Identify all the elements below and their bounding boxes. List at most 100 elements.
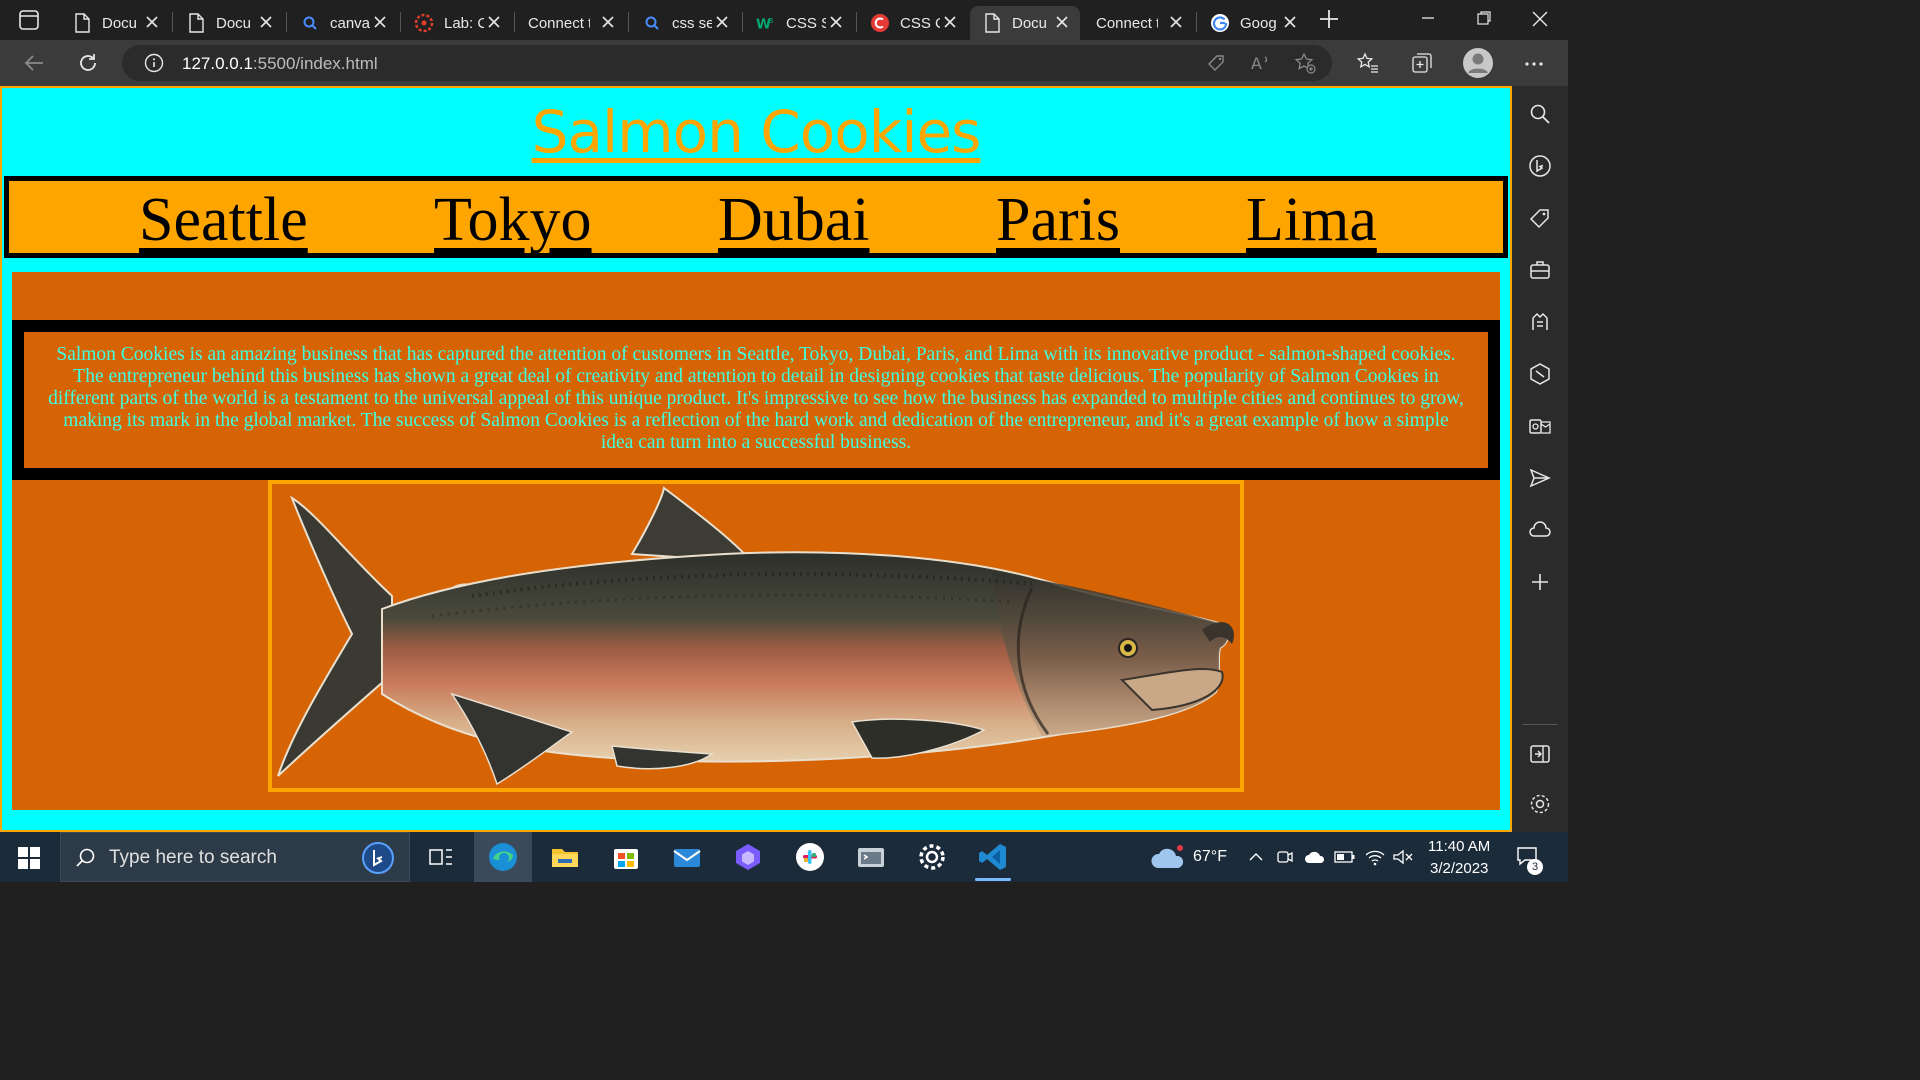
clock-time[interactable]: 11:40 AM bbox=[1428, 838, 1490, 855]
add-favorite-icon[interactable] bbox=[1294, 52, 1316, 74]
drop-cloud-icon[interactable] bbox=[1528, 518, 1552, 542]
battery-icon[interactable] bbox=[1334, 849, 1356, 865]
nav-link-dubai[interactable]: Dubai bbox=[718, 185, 870, 256]
settings-more-icon[interactable] bbox=[1522, 52, 1546, 76]
tab-separator bbox=[172, 12, 173, 32]
microsoft-365-icon[interactable] bbox=[1528, 362, 1552, 386]
close-tab-icon[interactable] bbox=[600, 14, 616, 30]
send-icon[interactable] bbox=[1528, 466, 1552, 490]
bing-icon[interactable] bbox=[361, 841, 395, 875]
clipchamp-icon[interactable] bbox=[732, 841, 764, 873]
browser-tab[interactable]: Docu bbox=[174, 6, 284, 40]
tools-briefcase-icon[interactable] bbox=[1528, 258, 1552, 282]
slack-icon[interactable] bbox=[794, 841, 826, 873]
browser-tab[interactable]: Docu bbox=[970, 6, 1080, 40]
meet-now-icon[interactable] bbox=[1276, 848, 1294, 866]
codecademy-icon bbox=[870, 13, 890, 33]
profile-avatar-icon[interactable] bbox=[1462, 47, 1494, 79]
tray-chevron-up-icon[interactable] bbox=[1248, 849, 1264, 865]
svg-text:3: 3 bbox=[769, 16, 774, 25]
browser-tab[interactable]: Connect to bbox=[1084, 6, 1194, 40]
outlook-icon[interactable] bbox=[1528, 414, 1552, 438]
vscode-running-indicator bbox=[975, 878, 1011, 881]
edge-taskbar-icon[interactable] bbox=[487, 841, 519, 873]
coupon-icon[interactable] bbox=[1206, 53, 1226, 73]
search-icon[interactable] bbox=[1528, 102, 1552, 126]
url-text[interactable]: 127.0.0.1:5500/index.html bbox=[182, 54, 378, 74]
back-icon[interactable] bbox=[22, 51, 46, 75]
games-icon[interactable] bbox=[1528, 310, 1552, 334]
tab-title: CSS C bbox=[900, 14, 940, 32]
onedrive-icon[interactable] bbox=[1304, 849, 1326, 865]
browser-tab[interactable]: Goog bbox=[1198, 6, 1308, 40]
restore-icon[interactable] bbox=[1476, 10, 1492, 26]
about-paragraph: Salmon Cookies is an amazing business th… bbox=[48, 344, 1464, 453]
close-tab-icon[interactable] bbox=[258, 14, 274, 30]
nav-link-paris[interactable]: Paris bbox=[996, 185, 1120, 256]
close-tab-icon[interactable] bbox=[372, 14, 388, 30]
browser-tab[interactable]: css se bbox=[630, 6, 740, 40]
sidebar-divider bbox=[1522, 724, 1558, 725]
close-tab-icon[interactable] bbox=[1168, 14, 1184, 30]
sidebar-settings-icon[interactable] bbox=[1528, 792, 1552, 816]
favorites-icon[interactable] bbox=[1356, 51, 1380, 75]
browser-tab[interactable]: CSS C bbox=[858, 6, 968, 40]
browser-tab[interactable]: Connect to bbox=[516, 6, 626, 40]
page-icon bbox=[186, 13, 206, 33]
wifi-icon[interactable] bbox=[1364, 848, 1386, 866]
salmon-illustration bbox=[277, 486, 1234, 786]
settings-gear-icon[interactable] bbox=[916, 841, 948, 873]
windows-start-icon[interactable] bbox=[18, 847, 40, 869]
mail-icon[interactable] bbox=[671, 841, 703, 873]
close-tab-icon[interactable] bbox=[828, 14, 844, 30]
terminal-app-icon[interactable] bbox=[855, 841, 887, 873]
shopping-tag-icon[interactable] bbox=[1528, 206, 1552, 230]
tab-strip: Docu Docu canva Lab: C Connect to css se W3 CSS… bbox=[0, 0, 1568, 40]
task-view-icon[interactable] bbox=[426, 841, 458, 873]
new-tab-icon[interactable] bbox=[1318, 8, 1340, 30]
close-tab-icon[interactable] bbox=[144, 14, 160, 30]
weather-temp[interactable]: 67°F bbox=[1193, 848, 1227, 866]
microsoft-store-icon[interactable] bbox=[610, 841, 642, 873]
nav-link-lima[interactable]: Lima bbox=[1246, 185, 1377, 256]
collections-icon[interactable] bbox=[1410, 51, 1434, 75]
browser-tab[interactable]: W3 CSS S bbox=[744, 6, 854, 40]
close-tab-icon[interactable] bbox=[1282, 14, 1298, 30]
tab-title: css se bbox=[672, 14, 712, 32]
add-sidebar-icon[interactable] bbox=[1528, 570, 1552, 594]
hide-sidebar-icon[interactable] bbox=[1528, 742, 1552, 766]
url-path: :5500/index.html bbox=[252, 54, 378, 73]
close-tab-icon[interactable] bbox=[942, 14, 958, 30]
vscode-icon[interactable] bbox=[977, 841, 1009, 873]
browser-tab[interactable]: Lab: C bbox=[402, 6, 512, 40]
close-tab-icon[interactable] bbox=[486, 14, 502, 30]
close-window-icon[interactable] bbox=[1531, 10, 1549, 28]
file-explorer-icon[interactable] bbox=[549, 841, 581, 873]
tab-actions-icon[interactable] bbox=[18, 9, 40, 31]
page-icon bbox=[982, 13, 1002, 33]
close-tab-icon[interactable] bbox=[1054, 14, 1070, 30]
weather-cloud-icon[interactable] bbox=[1150, 844, 1186, 870]
browser-tab[interactable]: canva bbox=[288, 6, 398, 40]
taskbar-search-box[interactable]: Type here to search bbox=[60, 832, 410, 882]
tab-title: Goog bbox=[1240, 14, 1277, 32]
close-tab-icon[interactable] bbox=[714, 14, 730, 30]
tab-separator bbox=[514, 12, 515, 32]
edge-sidebar bbox=[1512, 86, 1568, 832]
nav-link-seattle[interactable]: Seattle bbox=[139, 185, 308, 256]
nav-link-tokyo[interactable]: Tokyo bbox=[434, 185, 592, 256]
volume-muted-icon[interactable] bbox=[1392, 848, 1414, 866]
browser-tab[interactable]: Docu bbox=[60, 6, 170, 40]
refresh-icon[interactable] bbox=[76, 51, 100, 75]
address-bar[interactable]: 127.0.0.1:5500/index.html A bbox=[122, 45, 1332, 81]
svg-text:A: A bbox=[1251, 54, 1262, 73]
tab-title: Connect to bbox=[1096, 14, 1158, 32]
site-info-icon[interactable] bbox=[144, 53, 164, 73]
tab-title: Docu bbox=[216, 14, 252, 32]
read-aloud-icon[interactable]: A bbox=[1250, 53, 1272, 73]
bing-chat-icon[interactable] bbox=[1528, 154, 1552, 178]
search-icon bbox=[300, 13, 320, 33]
clock-date[interactable]: 3/2/2023 bbox=[1430, 860, 1488, 877]
google-icon bbox=[1210, 13, 1230, 33]
minimize-icon[interactable] bbox=[1420, 10, 1436, 26]
